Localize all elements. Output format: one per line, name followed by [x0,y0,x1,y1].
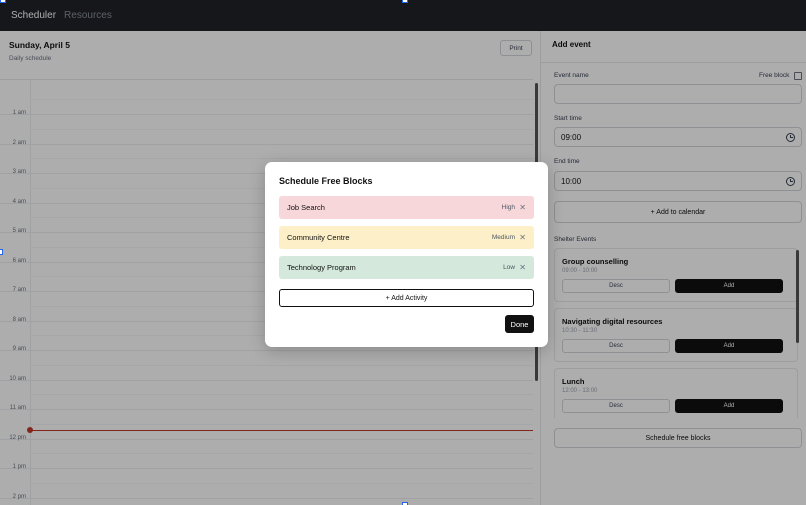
add-activity-button[interactable]: + Add Activity [279,289,534,307]
selection-handle[interactable] [0,0,6,3]
activity-row[interactable]: Technology Program Low ✕ [279,256,534,279]
selection-handle[interactable] [0,249,3,255]
selection-handle[interactable] [402,0,408,3]
done-button[interactable]: Done [505,315,534,333]
priority-label[interactable]: High [502,204,515,211]
dialog-title: Schedule Free Blocks [279,176,373,186]
activity-row[interactable]: Community Centre Medium ✕ [279,226,534,249]
priority-label[interactable]: Medium [492,234,515,241]
remove-icon[interactable]: ✕ [519,233,526,242]
remove-icon[interactable]: ✕ [519,263,526,272]
activity-name: Technology Program [287,263,356,272]
activity-name: Community Centre [287,233,350,242]
schedule-free-blocks-dialog: Schedule Free Blocks Job Search High ✕ C… [265,162,548,347]
priority-label[interactable]: Low [503,264,515,271]
activity-row[interactable]: Job Search High ✕ [279,196,534,219]
remove-icon[interactable]: ✕ [519,203,526,212]
activity-name: Job Search [287,203,325,212]
